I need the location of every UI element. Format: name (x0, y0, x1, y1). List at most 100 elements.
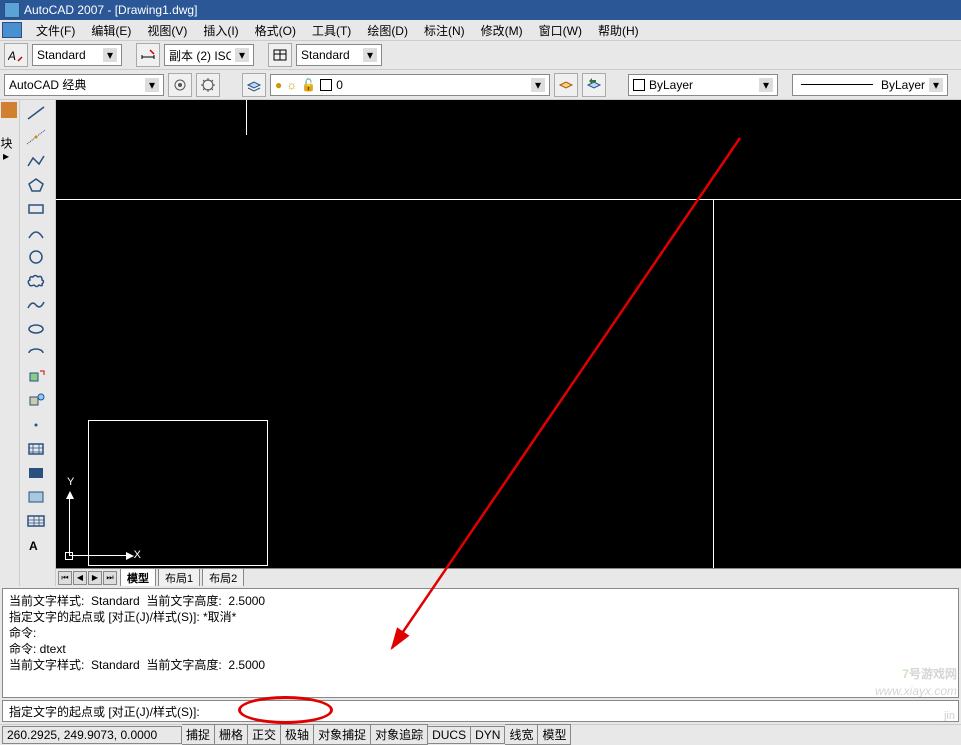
ellipse-tool[interactable] (22, 318, 50, 340)
grid-toggle[interactable]: 栅格 (215, 724, 248, 745)
workspace-settings-button[interactable] (168, 73, 192, 97)
linetype-dropdown[interactable]: ByLayer ▾ (792, 74, 948, 96)
menu-window[interactable]: 窗口(W) (531, 20, 590, 41)
rectangle-entity (88, 420, 268, 566)
tab-nav-last[interactable]: ⏭ (103, 571, 117, 585)
ellipse-arc-tool[interactable] (22, 342, 50, 364)
chevron-down-icon: ▾ (531, 78, 545, 92)
main-area: 块▸ A Y X ⏮ ◀ ▶ (0, 100, 961, 586)
mtext-tool[interactable]: A (22, 534, 50, 556)
polar-toggle[interactable]: 极轴 (281, 724, 314, 745)
tab-model[interactable]: 模型 (120, 568, 156, 586)
text-style-dropdown[interactable]: Standard ▾ (32, 44, 122, 66)
window-title: AutoCAD 2007 - [Drawing1.dwg] (24, 3, 197, 17)
chevron-down-icon: ▾ (363, 48, 377, 62)
gear-icon[interactable] (196, 73, 220, 97)
insert-block-tool[interactable] (22, 366, 50, 388)
dim-style-button[interactable] (136, 43, 160, 67)
chevron-down-icon: ▾ (235, 48, 249, 62)
lwt-toggle[interactable]: 线宽 (505, 724, 538, 745)
ortho-toggle[interactable]: 正交 (248, 724, 281, 745)
tab-layout1[interactable]: 布局1 (158, 568, 200, 586)
linetype-label: ByLayer (881, 78, 925, 92)
layer-previous-button[interactable] (582, 73, 606, 97)
dim-style-value: 副本 (2) ISO- (169, 47, 231, 64)
command-input[interactable]: 指定文字的起点或 [对正(J)/样式(S)]: (2, 700, 959, 722)
status-bar: 260.2925, 249.9073, 0.0000 捕捉 栅格 正交 极轴 对… (0, 724, 961, 744)
otrack-toggle[interactable]: 对象追踪 (371, 724, 428, 745)
polyline-tool[interactable] (22, 150, 50, 172)
menu-tools[interactable]: 工具(T) (304, 20, 359, 41)
osnap-toggle[interactable]: 对象捕捉 (314, 724, 371, 745)
hatch-tool[interactable] (22, 438, 50, 460)
palette-icon[interactable] (1, 102, 17, 118)
dyn-toggle[interactable]: DYN (471, 726, 505, 744)
table-style-button[interactable] (268, 43, 292, 67)
annotation-ellipse (238, 696, 333, 724)
layer-states-button[interactable] (554, 73, 578, 97)
spline-tool[interactable] (22, 294, 50, 316)
dim-style-dropdown[interactable]: 副本 (2) ISO- ▾ (164, 44, 254, 66)
menu-insert[interactable]: 插入(I) (195, 20, 246, 41)
menu-view[interactable]: 视图(V) (139, 20, 195, 41)
style-toolbar: A Standard ▾ 副本 (2) ISO- ▾ Standard ▾ (0, 40, 961, 70)
color-swatch (633, 79, 645, 91)
rectangle-tool[interactable] (22, 198, 50, 220)
polygon-tool[interactable] (22, 174, 50, 196)
layer-dropdown[interactable]: ● ☼ 🔓 0 ▾ (270, 74, 550, 96)
menubar: 文件(F) 编辑(E) 视图(V) 插入(I) 格式(O) 工具(T) 绘图(D… (0, 20, 961, 40)
layer-name: 0 (336, 78, 527, 92)
table-style-dropdown[interactable]: Standard ▾ (296, 44, 382, 66)
palette-label: 块▸ (1, 120, 17, 180)
snap-toggle[interactable]: 捕捉 (182, 724, 215, 745)
svg-text:A: A (8, 49, 16, 63)
svg-text:A: A (29, 539, 38, 553)
line-sample (801, 84, 873, 85)
line-tool[interactable] (22, 102, 50, 124)
tab-nav-first[interactable]: ⏮ (58, 571, 72, 585)
menu-dimension[interactable]: 标注(N) (416, 20, 473, 41)
revcloud-tool[interactable] (22, 270, 50, 292)
make-block-tool[interactable] (22, 390, 50, 412)
lightbulb-icon: ● (275, 78, 282, 92)
chevron-down-icon: ▾ (145, 78, 159, 92)
menu-file[interactable]: 文件(F) (28, 20, 83, 41)
menu-draw[interactable]: 绘图(D) (359, 20, 416, 41)
menu-modify[interactable]: 修改(M) (473, 20, 531, 41)
command-prompt: 指定文字的起点或 [对正(J)/样式(S)]: (9, 703, 200, 720)
drawing-canvas[interactable]: Y X ⏮ ◀ ▶ ⏭ 模型 布局1 布局2 (56, 100, 961, 586)
tab-nav-prev[interactable]: ◀ (73, 571, 87, 585)
titlebar: AutoCAD 2007 - [Drawing1.dwg] (0, 0, 961, 20)
sun-icon: ☼ (286, 78, 297, 92)
tab-layout2[interactable]: 布局2 (202, 568, 244, 586)
layer-color-swatch (320, 79, 332, 91)
arc-tool[interactable] (22, 222, 50, 244)
table-style-value: Standard (301, 48, 359, 62)
point-tool[interactable] (22, 414, 50, 436)
color-dropdown[interactable]: ByLayer ▾ (628, 74, 778, 96)
region-tool[interactable] (22, 486, 50, 508)
menu-format[interactable]: 格式(O) (247, 20, 304, 41)
autocad-logo-icon (2, 22, 22, 38)
tab-nav-next[interactable]: ▶ (88, 571, 102, 585)
chevron-down-icon: ▾ (103, 48, 117, 62)
menu-help[interactable]: 帮助(H) (590, 20, 647, 41)
chevron-down-icon: ▾ (929, 78, 943, 92)
tool-palette-handle[interactable]: 块▸ (0, 100, 20, 586)
construction-line-tool[interactable] (22, 126, 50, 148)
layer-properties-button[interactable] (242, 73, 266, 97)
ducs-toggle[interactable]: DUCS (428, 726, 471, 744)
color-label: ByLayer (649, 78, 755, 92)
draw-toolbar: A (20, 100, 56, 586)
workspace-dropdown[interactable]: AutoCAD 经典 ▾ (4, 74, 164, 96)
workspace-layer-toolbar: AutoCAD 经典 ▾ ● ☼ 🔓 0 ▾ ByLayer ▾ ByLayer… (0, 70, 961, 100)
circle-tool[interactable] (22, 246, 50, 268)
table-tool[interactable] (22, 510, 50, 532)
gradient-tool[interactable] (22, 462, 50, 484)
app-icon (4, 2, 20, 18)
model-toggle[interactable]: 模型 (538, 724, 571, 745)
coords-display: 260.2925, 249.9073, 0.0000 (2, 726, 182, 744)
command-history[interactable]: 当前文字样式: Standard 当前文字高度: 2.5000 指定文字的起点或… (2, 588, 959, 698)
menu-edit[interactable]: 编辑(E) (83, 20, 139, 41)
text-style-button[interactable]: A (4, 43, 28, 67)
